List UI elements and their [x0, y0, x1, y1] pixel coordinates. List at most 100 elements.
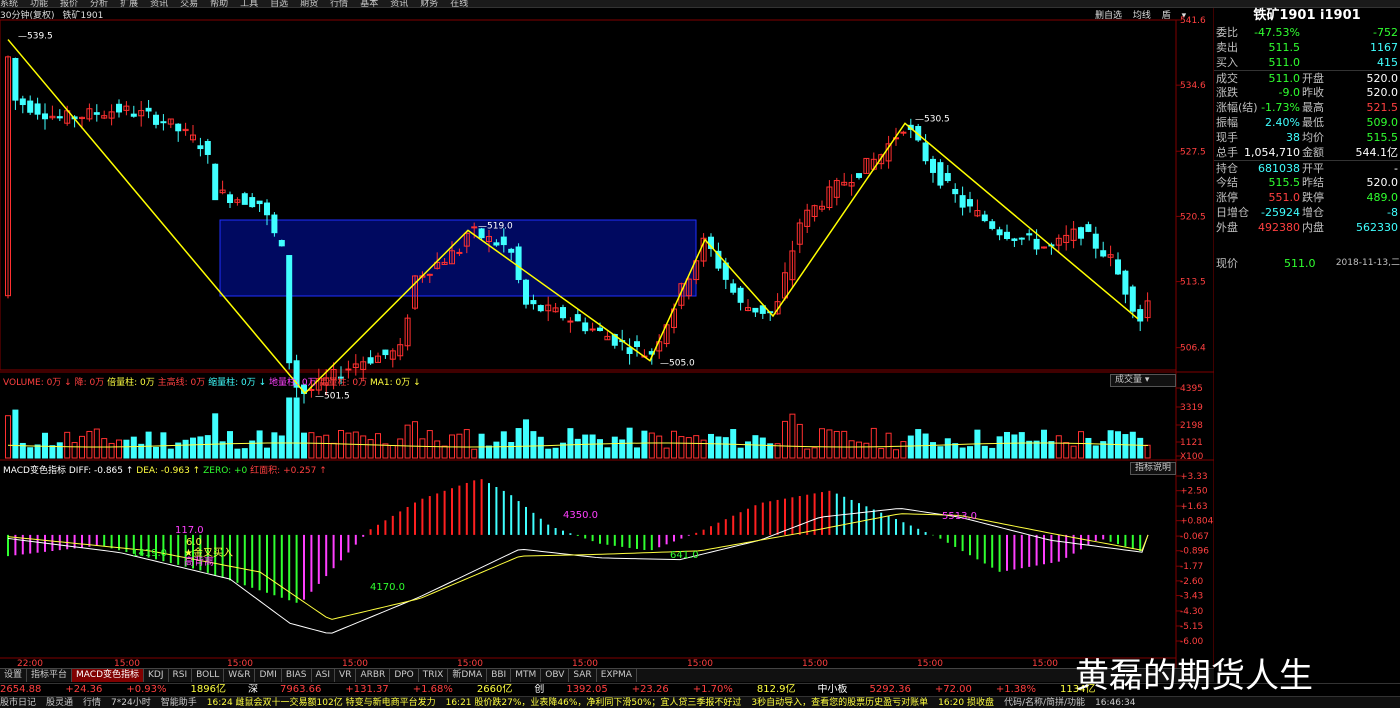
- index-value: +1.68%: [412, 684, 453, 695]
- tab-17[interactable]: OBV: [541, 669, 570, 682]
- volume-bar: [441, 445, 448, 459]
- status-item: 16:21 股价跌27%，业表降46%，净利同下滑50%；宜人贷三季报不好过: [445, 698, 742, 708]
- volume-bar: [648, 432, 655, 459]
- tab-19[interactable]: EXPMA: [597, 669, 637, 682]
- index-value: +1.38%: [995, 684, 1037, 695]
- tab-1[interactable]: 指标平台: [27, 669, 73, 682]
- candle-body: [500, 236, 507, 246]
- tab-16[interactable]: MTM: [511, 669, 542, 682]
- price-axis-label: 541.6: [1180, 16, 1206, 26]
- chart-area[interactable]: 541.6 534.6 527.5 520.5 513.5 506.4 —539.5 —501…: [0, 0, 1214, 668]
- candle-body: [634, 341, 640, 347]
- status-item[interactable]: 股市日记: [0, 698, 36, 708]
- status-item[interactable]: 行情: [83, 698, 101, 708]
- quote-value: 551.0: [1268, 191, 1301, 204]
- candle-body: [967, 199, 973, 207]
- zigzag-line: [7, 39, 1139, 395]
- volume-bar: [389, 444, 396, 459]
- volume-bar: [315, 436, 322, 459]
- quote-label2: 金额: [1302, 146, 1324, 159]
- volume-bar: [1018, 432, 1025, 459]
- quote-label: 现手: [1216, 131, 1238, 144]
- macd-axis-label: -0.067: [1180, 532, 1209, 542]
- volume-bar: [367, 439, 374, 459]
- volume-bar: [907, 435, 914, 459]
- volume-bar: [434, 440, 441, 459]
- volume-axis-label: 4395: [1180, 384, 1203, 394]
- macd-axis-label: +3.33: [1180, 472, 1208, 482]
- candle-body: [1092, 233, 1099, 249]
- tab-14[interactable]: 新DMA: [448, 669, 488, 682]
- volume-bar: [537, 436, 544, 459]
- tab-0[interactable]: 设置: [0, 669, 28, 682]
- volume-bar: [1033, 440, 1040, 459]
- candle-body: [530, 300, 537, 305]
- volume-bar: [1004, 431, 1010, 459]
- quote-label2: 昨收: [1302, 86, 1324, 99]
- volume-bar: [789, 413, 796, 459]
- tab-6[interactable]: W&R: [224, 669, 256, 682]
- candle-body: [426, 273, 433, 276]
- candle-body: [959, 195, 966, 208]
- tab-8[interactable]: BIAS: [282, 669, 312, 682]
- status-item[interactable]: 股灵通: [46, 698, 73, 708]
- tab-10[interactable]: VR: [335, 669, 357, 682]
- tab-13[interactable]: TRIX: [419, 669, 449, 682]
- candle-body: [27, 100, 34, 113]
- candle-body: [560, 307, 566, 319]
- quote-label2: 最低: [1302, 116, 1324, 129]
- indicator-tabs: 设置 指标平台 MACD变色指标 KDJ RSI BOLL W&R DMI BIAS ASI VR A…: [0, 668, 1214, 682]
- tab-4[interactable]: RSI: [169, 669, 193, 682]
- quote-value: 511.5: [1268, 41, 1301, 54]
- tab-18[interactable]: SAR: [569, 669, 597, 682]
- volume-bar: [27, 447, 34, 459]
- quote-value2: 415: [1377, 56, 1398, 69]
- volume-bar: [737, 447, 744, 459]
- quote-row: 涨跌 -9.0 昨收 520.0: [1214, 85, 1400, 100]
- quote-label2: 均价: [1302, 131, 1324, 144]
- candle-body: [256, 200, 263, 205]
- volume-bar: [796, 423, 803, 459]
- candle-body: [271, 214, 278, 234]
- candle-body: [227, 194, 233, 203]
- volume-bar: [153, 446, 159, 459]
- price-axis-label: 506.4: [1180, 344, 1206, 354]
- volume-bar: [833, 430, 840, 459]
- index-value: +24.36: [65, 684, 103, 695]
- candle-body: [626, 347, 633, 354]
- tab-5[interactable]: BOLL: [192, 669, 225, 682]
- candle-body: [345, 368, 352, 371]
- candle-body: [737, 287, 744, 303]
- index-value: 1896亿: [190, 684, 226, 695]
- volume-select[interactable]: 成交量 ▾: [1110, 374, 1176, 387]
- quote-row: 外盘 492380 内盘 562330: [1214, 220, 1400, 235]
- indicator-help-button[interactable]: 指标说明: [1130, 462, 1177, 475]
- price-axis-label: 527.5: [1180, 147, 1206, 157]
- volume-bar: [604, 447, 611, 459]
- volume-bar: [915, 429, 922, 459]
- volume-bar: [471, 448, 478, 459]
- quote-label2: 增仓: [1302, 206, 1324, 219]
- quote-title: 铁矿1901 i1901: [1253, 8, 1361, 23]
- quote-row: 日增仓 -25924 增仓 -8: [1214, 205, 1400, 220]
- quote-label2: 跌停: [1302, 191, 1324, 204]
- tab-12[interactable]: DPO: [390, 669, 419, 682]
- volume-bar: [878, 448, 885, 459]
- status-item[interactable]: 7*24小时: [111, 698, 151, 708]
- tab-3[interactable]: KDJ: [144, 669, 169, 682]
- vol-b3: 主高线: 0万: [157, 378, 206, 388]
- candle-body: [856, 173, 862, 178]
- tab-7[interactable]: DMI: [255, 669, 282, 682]
- tab-9[interactable]: ASI: [312, 669, 336, 682]
- status-item[interactable]: 代码/名称/简拼/功能: [1004, 698, 1085, 708]
- tab-15[interactable]: BBI: [487, 669, 512, 682]
- tab-2[interactable]: MACD变色指标: [72, 669, 145, 682]
- status-item[interactable]: 智能助手: [161, 698, 197, 708]
- price-annotation: —505.0: [660, 359, 695, 369]
- macd-axis-label: -2.60: [1180, 577, 1204, 587]
- tab-11[interactable]: ARBR: [356, 669, 391, 682]
- volume-bar: [330, 442, 337, 459]
- quote-value2: -8: [1387, 206, 1398, 219]
- candle-body: [508, 248, 515, 253]
- quote-row: 委比 -47.53% -752: [1214, 25, 1400, 40]
